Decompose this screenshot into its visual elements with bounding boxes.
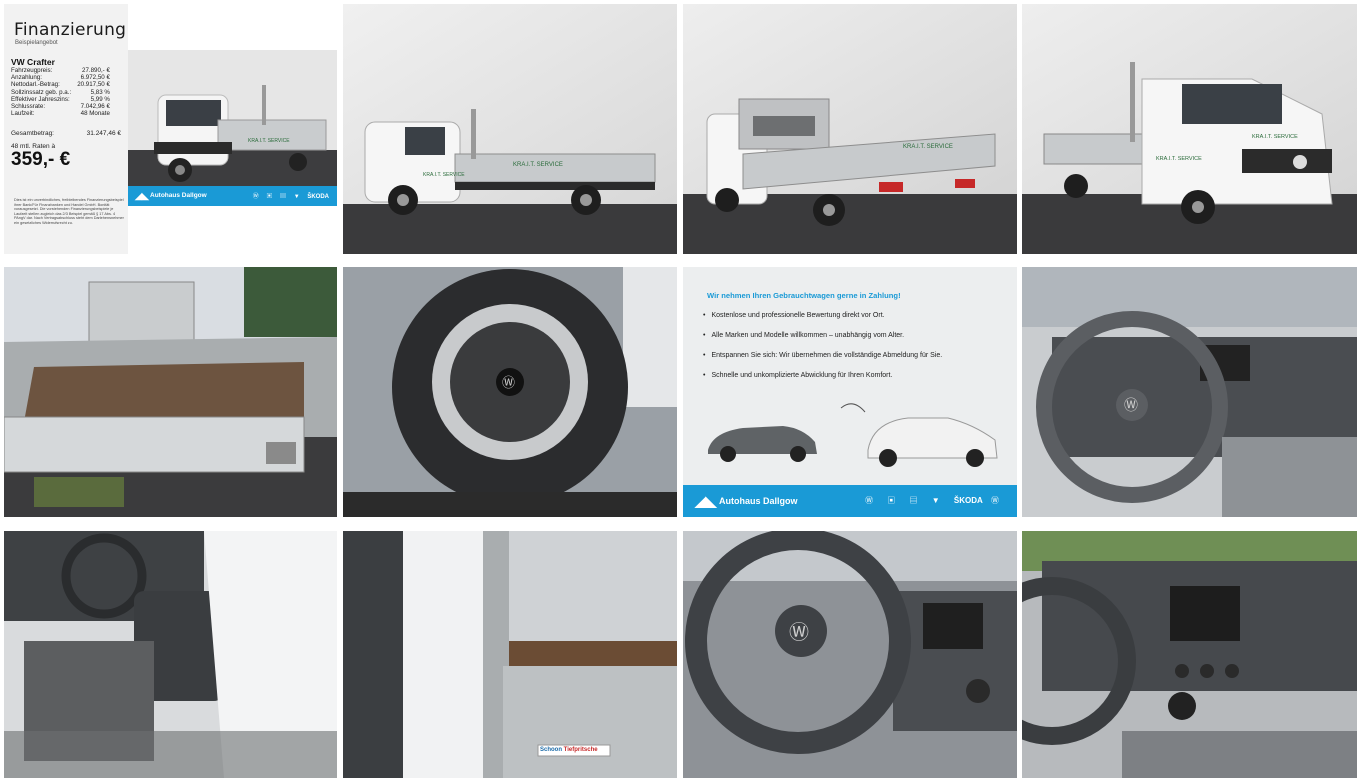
dealer-logo-icon: ◢◣ — [695, 493, 717, 509]
financing-model: VW Crafter — [11, 57, 55, 67]
financing-row: Nettodarl.-Betrag: 20.917,50 € — [11, 81, 110, 89]
financing-row: Schlussrate: 7.042,96 € — [11, 103, 110, 111]
wheel-photo: Ⓦ — [343, 267, 677, 517]
truck-front-photo: KRA.I.T. SERVICE — [128, 50, 337, 186]
financing-table: Fahrzeugpreis: 27.890,- € Anzahlung: 6.972… — [11, 67, 110, 117]
brand-logos: Ⓦ ▣ ▤ ▼ ŠKODA — [252, 194, 329, 200]
svg-text:KRA.I.T. SERVICE: KRA.I.T. SERVICE — [1156, 156, 1202, 162]
financing-row: Fahrzeugpreis: 27.890,- € — [11, 67, 110, 74]
photo-dashboard-center[interactable] — [1022, 531, 1357, 778]
photo-front-three-quarter-small[interactable]: KRA.I.T. SERVICE — [128, 50, 337, 186]
vw-logo-icon: Ⓦ — [502, 375, 515, 390]
brand-logos: Ⓦ ▣ ▤ ▼ ŠKODA Ⓦ — [865, 496, 1005, 505]
dealer-name: Autohaus Dallgow — [150, 192, 207, 199]
door-bed-photo — [343, 531, 677, 778]
svg-text:KRA.I.T. SERVICE: KRA.I.T. SERVICE — [513, 162, 563, 168]
svg-text:KRA.I.T. SERVICE: KRA.I.T. SERVICE — [248, 138, 290, 144]
photo-rear-three-quarter[interactable]: KRA.I.T. SERVICE — [683, 4, 1017, 254]
trade-in-promo[interactable]: Wir nehmen Ihren Gebrauchtwagen gerne in… — [683, 267, 1017, 517]
promo-bullet: Alle Marken und Modelle willkommen – una… — [703, 326, 942, 346]
financing-disclaimer: Dies ist ein unverbindliches, freibleibe… — [14, 198, 124, 225]
cargo-bed-photo — [4, 267, 337, 517]
promo-dealer-bar: ◢◣ Autohaus Dallgow Ⓦ ▣ ▤ ▼ ŠKODA Ⓦ — [683, 485, 1017, 517]
promo-bullet: Schnelle und unkomplizierte Abwicklung f… — [703, 366, 942, 386]
financing-row: Sollzinssatz geb. p.a.: 5,83 % — [11, 88, 110, 96]
promo-bullet: Entspannen Sie sich: Wir übernehmen die … — [703, 346, 942, 366]
financing-row: Effektiver Jahreszins: 5,99 % — [11, 95, 110, 103]
financing-row: Anzahlung: 6.972,50 € — [11, 74, 110, 82]
photo-wheel[interactable]: Ⓦ — [343, 267, 677, 517]
photo-door-bed-detail[interactable]: Schoon Tiefpritsche — [343, 531, 677, 778]
promo-headline: Wir nehmen Ihren Gebrauchtwagen gerne in… — [707, 291, 901, 300]
truck-side-photo: KRA.I.T. SERVICE KRA.I.T. SERVICE — [343, 4, 677, 254]
financing-title: Finanzierung — [14, 20, 127, 40]
vw-logo-icon: Ⓦ — [1124, 397, 1138, 413]
truck-rear-photo: KRA.I.T. SERVICE — [683, 4, 1017, 254]
cockpit-photo: Ⓦ — [1022, 267, 1357, 517]
photo-front-three-quarter[interactable]: KRA.I.T. SERVICE KRA.I.T. SERVICE — [1022, 4, 1357, 254]
photo-cab-interior[interactable] — [4, 531, 337, 778]
vw-logo-icon: Ⓦ — [789, 621, 809, 644]
photo-steering-wheel[interactable]: Ⓦ — [683, 531, 1017, 778]
photo-side-view[interactable]: KRA.I.T. SERVICE KRA.I.T. SERVICE — [343, 4, 677, 254]
cab-interior-photo — [4, 531, 337, 778]
financing-subtitle: Beispielangebot — [15, 40, 58, 46]
promo-bullet-list: Kostenlose und professionelle Bewertung … — [703, 306, 942, 386]
financing-row: Laufzeit: 48 Monate — [11, 110, 110, 118]
photo-cockpit-wide[interactable]: Ⓦ — [1022, 267, 1357, 517]
rate-value: 359,- € — [11, 149, 71, 170]
promo-dealer-name: Autohaus Dallgow — [719, 496, 798, 506]
promo-cars-illustration — [708, 403, 998, 467]
promo-bullet: Kostenlose und professionelle Bewertung … — [703, 306, 942, 326]
svg-text:KRA.I.T. SERVICE: KRA.I.T. SERVICE — [903, 144, 953, 150]
dealer-banner: ◢◣ Autohaus Dallgow Ⓦ ▣ ▤ ▼ ŠKODA — [128, 186, 337, 206]
dashboard-photo — [1022, 531, 1357, 778]
steering-wheel-photo: Ⓦ — [683, 531, 1017, 778]
financing-total: Gesamtbetrag: 31.247,46 € — [11, 130, 121, 137]
photo-cargo-bed[interactable] — [4, 267, 337, 517]
svg-text:KRA.I.T. SERVICE: KRA.I.T. SERVICE — [1252, 134, 1298, 140]
dealer-logo-icon: ◢◣ — [135, 191, 149, 201]
financing-panel[interactable]: Finanzierung Beispielangebot VW Crafter … — [4, 4, 128, 254]
truck-front-three-quarter-photo: KRA.I.T. SERVICE KRA.I.T. SERVICE — [1022, 4, 1357, 254]
svg-text:KRA.I.T. SERVICE: KRA.I.T. SERVICE — [423, 172, 465, 178]
door-sticker: Schoon Tiefpritsche — [540, 747, 598, 753]
